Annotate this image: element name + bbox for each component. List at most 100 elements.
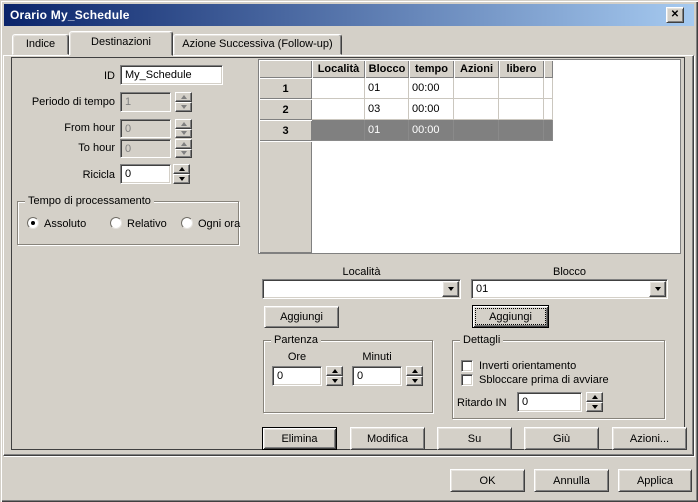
close-button[interactable]: ✕ [666, 7, 684, 23]
cell-azioni[interactable] [454, 78, 499, 99]
radio-relativo-label: Relativo [127, 218, 167, 230]
to-hour-stepper-up [175, 139, 192, 149]
cell-localita[interactable] [312, 78, 365, 99]
ritardo-stepper-up[interactable] [586, 392, 603, 402]
inverti-orientamento-checkbox[interactable] [461, 360, 473, 372]
ore-field[interactable]: 0 [272, 366, 322, 386]
ritardo-in-label: Ritardo IN [457, 397, 507, 409]
id-label: ID [20, 70, 115, 82]
minuti-stepper[interactable] [406, 366, 423, 386]
cell-blocco[interactable]: 01 [365, 78, 409, 99]
cell-libero[interactable] [499, 78, 544, 99]
cell-tempo[interactable]: 00:00 [409, 78, 454, 99]
applica-button[interactable]: Applica [618, 469, 692, 492]
radio-ogni-ora[interactable] [181, 217, 193, 229]
from-hour-stepper-up [175, 119, 192, 129]
cell-azioni[interactable] [454, 120, 499, 141]
table-row[interactable]: 1 01 00:00 [259, 78, 680, 99]
cell-libero[interactable] [499, 99, 544, 120]
row-header[interactable]: 3 [259, 120, 312, 141]
arrow-down-icon [592, 405, 598, 409]
inverti-orientamento-label: Inverti orientamento [479, 360, 576, 372]
cell-azioni[interactable] [454, 99, 499, 120]
cell-tempo[interactable]: 00:00 [409, 120, 454, 141]
minuti-field[interactable]: 0 [352, 366, 402, 386]
modifica-button[interactable]: Modifica [350, 427, 425, 450]
cell-blocco[interactable]: 01 [365, 120, 409, 141]
row-header[interactable]: 2 [259, 99, 312, 120]
arrow-down-icon [179, 177, 185, 181]
minuti-stepper-down[interactable] [406, 376, 423, 386]
ricicla-stepper[interactable] [173, 164, 190, 184]
arrow-up-icon [181, 122, 187, 126]
periodo-label: Periodo di tempo [20, 96, 115, 108]
tab-destinazioni[interactable]: Destinazioni [69, 31, 173, 56]
radio-assoluto[interactable] [27, 217, 39, 229]
arrow-down-icon [412, 379, 418, 383]
id-field[interactable]: My_Schedule [120, 65, 223, 85]
to-hour-label: To hour [20, 142, 115, 154]
cell-localita[interactable] [312, 99, 365, 120]
elimina-button[interactable]: Elimina [262, 427, 337, 450]
cell-tempo[interactable]: 00:00 [409, 99, 454, 120]
blocco-combobox[interactable]: 01 [471, 279, 668, 299]
tab-destinazioni-label: Destinazioni [91, 36, 151, 48]
col-header-azioni[interactable]: Azioni [454, 60, 499, 78]
annulla-button[interactable]: Annulla [534, 469, 609, 492]
minuti-stepper-up[interactable] [406, 366, 423, 376]
from-hour-field: 0 [120, 119, 171, 138]
aggiungi-blocco-label: Aggiungi [489, 311, 532, 323]
from-hour-stepper-down [175, 129, 192, 139]
to-hour-field-value: 0 [125, 143, 131, 155]
aggiungi-blocco-button[interactable]: Aggiungi [472, 305, 549, 328]
ok-label: OK [480, 475, 496, 487]
ricicla-field-value: 0 [125, 168, 131, 180]
su-button[interactable]: Su [437, 427, 512, 450]
table-corner-cell [259, 60, 312, 78]
ricicla-stepper-down[interactable] [173, 174, 190, 184]
ritardo-in-stepper[interactable] [586, 392, 603, 412]
id-field-value: My_Schedule [125, 69, 192, 81]
col-header-localita[interactable]: Località [312, 60, 365, 78]
blocco-dropdown-button[interactable] [649, 281, 666, 297]
periodo-field-value: 1 [125, 96, 131, 108]
periodo-field: 1 [120, 92, 171, 112]
ricicla-stepper-up[interactable] [173, 164, 190, 174]
col-header-libero[interactable]: libero [499, 60, 544, 78]
sbloccare-checkbox[interactable] [461, 374, 473, 386]
cell-libero[interactable] [499, 120, 544, 141]
ritardo-stepper-down[interactable] [586, 402, 603, 412]
ore-stepper-up[interactable] [326, 366, 343, 376]
ore-stepper-down[interactable] [326, 376, 343, 386]
localita-dropdown-button[interactable] [442, 281, 459, 297]
partenza-title: Partenza [271, 334, 321, 346]
sbloccare-label: Sbloccare prima di avviare [479, 374, 609, 386]
ore-stepper[interactable] [326, 366, 343, 386]
col-header-tempo[interactable]: tempo [409, 60, 454, 78]
row-header[interactable]: 1 [259, 78, 312, 99]
table-header-row: Località Blocco tempo Azioni libero [259, 60, 680, 78]
close-icon: ✕ [671, 10, 679, 20]
radio-relativo[interactable] [110, 217, 122, 229]
arrow-up-icon [179, 167, 185, 171]
localita-combobox[interactable] [262, 279, 461, 299]
from-hour-field-value: 0 [125, 123, 131, 135]
arrow-down-icon [332, 379, 338, 383]
title-bar[interactable]: Orario My_Schedule [4, 4, 694, 26]
aggiungi-localita-button[interactable]: Aggiungi [264, 306, 339, 328]
azioni-button[interactable]: Azioni... [612, 427, 687, 450]
ok-button[interactable]: OK [450, 469, 525, 492]
table-row[interactable]: 2 03 00:00 [259, 99, 680, 120]
cell-localita[interactable] [312, 120, 365, 141]
destinations-table[interactable]: Località Blocco tempo Azioni libero 1 01… [258, 59, 681, 254]
radio-assoluto-label: Assoluto [44, 218, 86, 230]
ricicla-label: Ricicla [20, 169, 115, 181]
tab-azione-successiva[interactable]: Azione Successiva (Follow-up) [173, 34, 342, 55]
col-header-blocco[interactable]: Blocco [365, 60, 409, 78]
ritardo-in-field[interactable]: 0 [517, 392, 582, 412]
ricicla-field[interactable]: 0 [120, 164, 171, 184]
cell-blocco[interactable]: 03 [365, 99, 409, 120]
giu-button[interactable]: Giù [524, 427, 599, 450]
table-row-selected[interactable]: 3 01 00:00 [259, 120, 680, 141]
tab-indice[interactable]: Indice [12, 34, 69, 55]
